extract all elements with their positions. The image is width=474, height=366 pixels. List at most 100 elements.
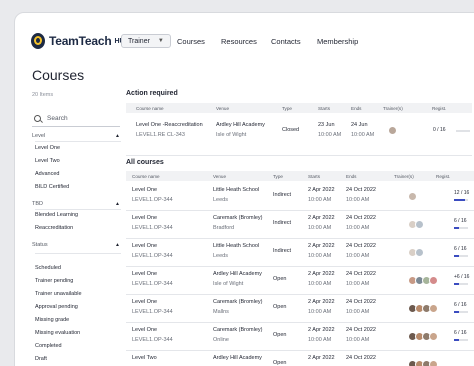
course-type: Open [273, 360, 287, 366]
filter-level-header[interactable]: Level ▲ [32, 133, 120, 139]
registration-progress [454, 199, 468, 201]
filter-trainer-unavailable[interactable]: Trainer unavailable [35, 291, 82, 297]
nav-resources[interactable]: Resources [221, 37, 257, 46]
table-row[interactable]: Level One LEVEL1.OP-344 Little Heath Schoo… [126, 239, 474, 267]
filter-approval-pending[interactable]: Approval pending [35, 304, 78, 310]
trainer-avatar[interactable] [429, 360, 438, 366]
col-type[interactable]: Type [282, 106, 292, 111]
filter-advanced[interactable]: Advanced [35, 171, 59, 177]
start-time: 10:00 AM [318, 132, 342, 138]
trainer-avatar[interactable] [415, 220, 424, 229]
end-time: 10:00 AM [351, 132, 375, 138]
venue-name: Little Heath School [213, 187, 260, 193]
table-row[interactable]: Level One LEVEL1.OP-344 Ardley Hill Academ… [126, 267, 474, 295]
filter-trainer-pending[interactable]: Trainer pending [35, 278, 73, 284]
course-name[interactable]: Level One -Reaccreditation [136, 122, 203, 128]
course-type: Open [273, 276, 287, 282]
course-code: LEVEL1.OP-344 [132, 337, 173, 343]
top-header: TeamTeach HUB Trainer ▼ Courses Resource… [15, 13, 474, 69]
table-row[interactable]: Level One LEVEL1.OP-344 Caremark (Bromley)… [126, 295, 474, 323]
logo-icon [31, 33, 45, 49]
col-trainers[interactable]: Trainer(s) [394, 174, 414, 179]
end-date: 24 Oct 2022 [346, 355, 376, 361]
col-venue[interactable]: Venue [213, 174, 226, 179]
col-course-name[interactable]: Course name [136, 106, 164, 111]
registration-count: 6 / 16 [454, 330, 467, 336]
filter-level-one[interactable]: Level One [35, 145, 60, 151]
col-venue[interactable]: Venue [216, 106, 229, 111]
trainer-avatar[interactable] [429, 276, 438, 285]
table-row[interactable]: Level One LEVEL1.OP-344 Little Heath Schoo… [126, 183, 474, 211]
col-starts[interactable]: Starts [308, 174, 320, 179]
course-type: Indirect [273, 192, 292, 198]
end-date: 24 Oct 2022 [346, 243, 376, 249]
chevron-up-icon: ▲ [115, 201, 120, 207]
trainer-avatar[interactable] [429, 332, 438, 341]
filter-tbd-header[interactable]: TBD ▲ [32, 201, 120, 207]
registration-progress-fill [454, 255, 460, 257]
search-icon [34, 115, 41, 122]
trainer-avatar[interactable] [415, 248, 424, 257]
trainer-avatar[interactable] [388, 126, 397, 135]
col-starts[interactable]: Starts [318, 106, 330, 111]
course-name[interactable]: Level One [132, 299, 157, 305]
course-name[interactable]: Level One [132, 187, 157, 193]
nav-contacts[interactable]: Contacts [271, 37, 301, 46]
course-type: Open [273, 304, 287, 310]
end-date: 24 Oct 2022 [346, 299, 376, 305]
start-time: 10:00 AM [308, 281, 332, 287]
start-date: 2 Apr 2022 [308, 327, 335, 333]
filter-completed[interactable]: Completed [35, 343, 62, 349]
end-time: 10:00 AM [346, 225, 370, 231]
all-courses-header: Course name Venue Type Starts Ends Train… [126, 171, 474, 181]
course-name[interactable]: Level Two [132, 355, 157, 361]
course-type: Closed [282, 127, 300, 133]
table-row[interactable]: Level Two Ardley Hill Academy Open 2 Apr 20… [126, 351, 474, 366]
table-row[interactable]: Level One LEVEL1.OP-344 Caremark (Bromley)… [126, 211, 474, 239]
filter-blended-learning[interactable]: Blended Learning [35, 212, 78, 218]
filter-scheduled[interactable]: Scheduled [35, 265, 61, 271]
col-regist[interactable]: Regist. [436, 174, 450, 179]
registration-progress [454, 311, 468, 313]
table-row[interactable]: Level One LEVEL1.OP-344 Caremark (Bromley)… [126, 323, 474, 351]
venue-location: Isle of Wight [216, 132, 247, 138]
course-name[interactable]: Level One [132, 243, 157, 249]
filter-level-label: Level [32, 133, 46, 139]
col-type[interactable]: Type [273, 174, 283, 179]
filter-level-two[interactable]: Level Two [35, 158, 60, 164]
app-window: TeamTeach HUB Trainer ▼ Courses Resource… [14, 12, 474, 366]
role-select[interactable]: Trainer ▼ [121, 34, 171, 48]
end-date: 24 Oct 2022 [346, 215, 376, 221]
filter-status-header[interactable]: Status ▲ [32, 242, 120, 248]
filter-bild-certified[interactable]: BILD Certified [35, 184, 69, 190]
search-input[interactable] [47, 115, 117, 122]
trainer-avatar[interactable] [408, 192, 417, 201]
start-time: 10:00 AM [308, 337, 332, 343]
course-name[interactable]: Level One [132, 215, 157, 221]
filter-missing-grade[interactable]: Missing grade [35, 317, 69, 323]
filter-reaccreditation[interactable]: Reaccreditation [35, 225, 73, 231]
col-ends[interactable]: Ends [346, 174, 356, 179]
search-box[interactable] [32, 111, 120, 127]
col-regist[interactable]: Regist. [432, 106, 446, 111]
table-row[interactable]: Level One -Reaccreditation LEVEL1.RE CL-… [126, 114, 472, 156]
col-trainers[interactable]: Trainer(s) [383, 106, 403, 111]
teamteach-logo[interactable]: TeamTeach HUB [31, 33, 130, 49]
registration-progress [454, 283, 468, 285]
registration-progress [454, 255, 468, 257]
venue-location: Leeds [213, 197, 228, 203]
trainer-avatar[interactable] [429, 304, 438, 313]
registration-progress [456, 130, 470, 132]
start-date: 2 Apr 2022 [308, 187, 335, 193]
course-name[interactable]: Level One [132, 327, 157, 333]
registration-progress [454, 227, 468, 229]
nav-courses[interactable]: Courses [177, 37, 205, 46]
filter-draft[interactable]: Draft [35, 356, 47, 362]
nav-membership[interactable]: Membership [317, 37, 358, 46]
col-course-name[interactable]: Course name [132, 174, 160, 179]
course-name[interactable]: Level One [132, 271, 157, 277]
col-ends[interactable]: Ends [351, 106, 361, 111]
filter-missing-evaluation[interactable]: Missing evaluation [35, 330, 80, 336]
end-date: 24 Oct 2022 [346, 187, 376, 193]
start-date: 2 Apr 2022 [308, 271, 335, 277]
